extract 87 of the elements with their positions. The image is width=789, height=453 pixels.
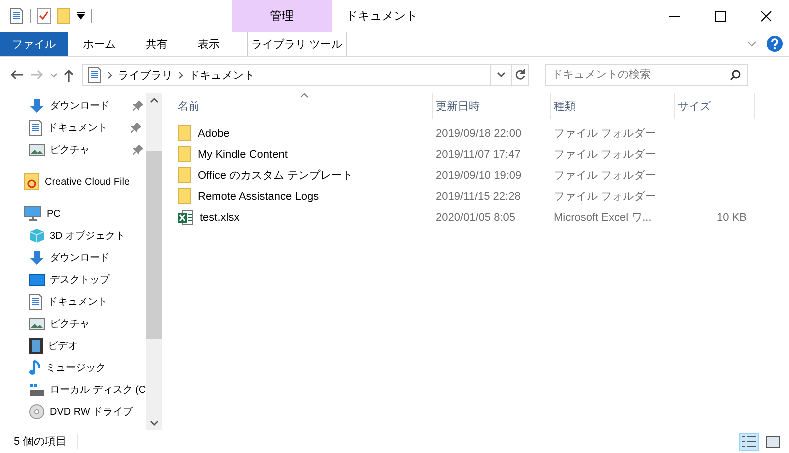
picture-icon [29, 317, 45, 331]
nav-item[interactable]: PC [47, 208, 61, 220]
type-cell-text: ファイル フォルダー [554, 190, 656, 204]
window-title: ドキュメント [346, 8, 419, 24]
file-name[interactable]: My Kindle Content [198, 148, 288, 160]
column-header[interactable]: 更新日時 [433, 93, 551, 119]
help-icon[interactable] [767, 36, 783, 52]
ribbon-tab[interactable]: ホーム [68, 32, 131, 56]
breadcrumb[interactable]: ライブラリ [118, 68, 173, 82]
date-cell: 2019/11/15 22:28 [436, 190, 521, 202]
folder-icon [24, 173, 40, 191]
scroll-up-icon[interactable] [150, 98, 158, 102]
document-icon [88, 67, 102, 83]
close-icon[interactable] [760, 10, 772, 22]
checkmark-icon[interactable] [37, 8, 51, 24]
nav-item[interactable]: Creative Cloud File [45, 176, 130, 188]
picture-icon [29, 143, 45, 157]
nav-item[interactable]: ドキュメント [48, 295, 108, 309]
dropdown-icon[interactable] [77, 12, 85, 20]
chevron-right-icon [179, 72, 183, 78]
type-cell-text: ファイル フォルダー [554, 169, 656, 183]
item-count: 5 個の項目 [14, 434, 78, 449]
search-icon [730, 70, 741, 81]
search-field[interactable]: ドキュメントの検索 [545, 64, 748, 86]
computer-icon [24, 206, 42, 222]
address-bar[interactable]: ライブラリ ドキュメント [82, 64, 512, 86]
type-cell-text: Microsoft Excel ワ... [554, 211, 652, 225]
nav-item[interactable]: ダウンロード [50, 99, 128, 113]
pin-icon[interactable] [131, 123, 141, 133]
document-icon [29, 120, 43, 136]
nav-item[interactable]: DVD RW ドライブ [50, 405, 134, 419]
date-cell: 2020/01/05 8:05 [436, 212, 516, 224]
back-arrow-icon[interactable] [10, 70, 24, 80]
nav-item[interactable]: ピクチャ [50, 317, 90, 331]
folder-icon [178, 188, 192, 205]
column-header[interactable]: 名前 [175, 93, 433, 119]
ribbon-tab[interactable]: ライブラリ ツール [247, 32, 347, 56]
cube-icon [29, 228, 45, 244]
scroll-down-icon[interactable] [150, 420, 158, 426]
nav-item[interactable]: ビデオ [48, 339, 78, 353]
folder-icon [178, 125, 192, 142]
folder-icon [178, 167, 192, 184]
column-header[interactable]: 種類 [551, 93, 675, 119]
nav-item[interactable]: ローカル ディスク (C [50, 383, 146, 397]
file-name[interactable]: test.xlsx [200, 212, 240, 224]
breadcrumb[interactable]: ドキュメント [189, 68, 255, 82]
chevron-down-icon[interactable] [496, 72, 506, 78]
chevron-right-icon [108, 72, 112, 78]
music-note-icon [29, 360, 41, 376]
type-cell-text: ファイル フォルダー [554, 127, 656, 141]
column-header[interactable]: サイズ [675, 93, 755, 119]
refresh-icon[interactable] [514, 69, 526, 81]
date-cell: 2019/11/07 17:47 [436, 148, 521, 160]
context-tab-header: 管理 [232, 0, 332, 32]
desktop-icon [29, 273, 45, 287]
nav-item[interactable]: ミュージック [46, 361, 106, 375]
type-cell-text: ファイル フォルダー [554, 148, 656, 162]
folder-icon [178, 146, 192, 163]
file-name[interactable]: Adobe [198, 128, 230, 140]
nav-item[interactable]: 3D オブジェクト [50, 229, 126, 243]
ribbon-tab[interactable]: ファイル [0, 32, 68, 56]
details-view-icon[interactable] [739, 432, 759, 450]
folder-icon [57, 8, 71, 24]
nav-item[interactable]: ピクチャ [50, 143, 128, 157]
date-cell: 2019/09/18 22:00 [436, 128, 522, 140]
ribbon-tab[interactable]: 表示 [183, 32, 235, 56]
scrollbar[interactable] [146, 93, 162, 430]
down-arrow-icon [29, 250, 45, 266]
nav-item[interactable]: ダウンロード [50, 251, 110, 265]
down-arrow-icon [29, 98, 45, 114]
document-icon [10, 8, 24, 24]
nav-item[interactable]: デスクトップ [50, 273, 110, 287]
size-cell: 10 KB [717, 212, 747, 224]
document-icon [29, 294, 43, 310]
up-arrow-icon[interactable] [64, 68, 74, 82]
disc-icon [29, 404, 45, 420]
date-cell: 2019/09/10 19:09 [436, 170, 522, 182]
file-name[interactable]: Office のカスタム テンプレート [198, 168, 354, 183]
file-name[interactable]: Remote Assistance Logs [198, 190, 320, 202]
spreadsheet-icon [178, 210, 194, 226]
film-icon [29, 338, 43, 354]
ribbon-tab[interactable]: 共有 [131, 32, 183, 56]
pin-icon[interactable] [133, 145, 143, 155]
maximize-icon[interactable] [714, 10, 726, 22]
nav-item[interactable]: ドキュメント [48, 121, 126, 135]
pin-icon[interactable] [133, 101, 143, 111]
drive-icon [29, 383, 45, 397]
